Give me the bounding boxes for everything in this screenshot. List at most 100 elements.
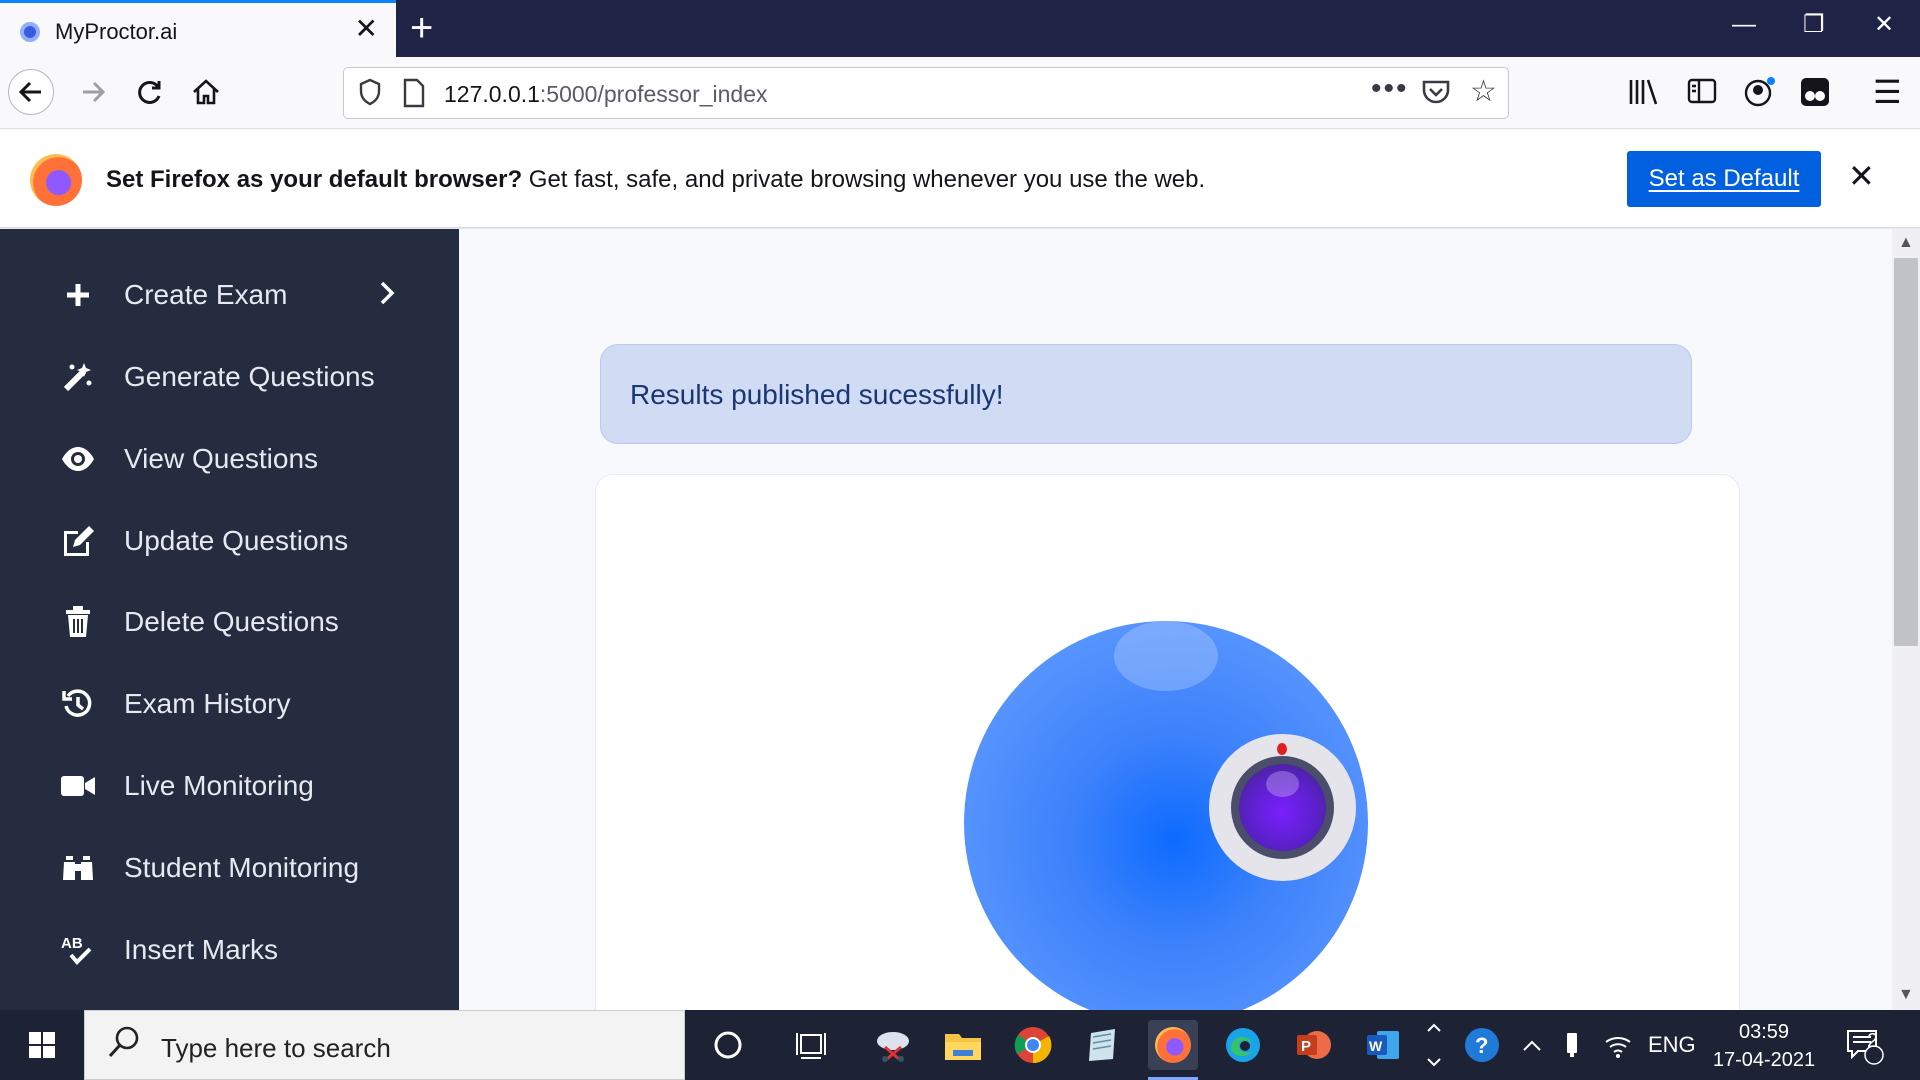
back-button[interactable] xyxy=(8,69,54,115)
clock-time: 03:59 xyxy=(1738,1021,1790,1043)
svg-text:?: ? xyxy=(1475,1033,1488,1058)
sidebar-item-update-questions[interactable]: Update Questions xyxy=(0,511,459,571)
start-button[interactable] xyxy=(0,1010,84,1080)
magic-wand-icon xyxy=(60,359,96,395)
shield-icon[interactable] xyxy=(358,78,382,113)
battery-icon[interactable] xyxy=(1564,1010,1580,1080)
sidebar-item-view-questions[interactable]: View Questions xyxy=(0,429,459,489)
set-as-default-button[interactable]: Set as Default xyxy=(1627,151,1821,207)
svg-text:W: W xyxy=(1369,1038,1383,1054)
scroll-down-icon[interactable]: ▼ xyxy=(1898,986,1914,1004)
success-alert: Results published sucessfully! xyxy=(600,344,1692,444)
notepad-app-icon[interactable] xyxy=(1078,1020,1128,1070)
search-placeholder: Type here to search xyxy=(161,1033,391,1063)
trash-icon xyxy=(60,604,96,640)
forward-button[interactable] xyxy=(70,69,116,115)
video-camera-icon xyxy=(60,768,96,804)
language-indicator[interactable]: ENG xyxy=(1648,1010,1696,1080)
show-hidden-icons-icon[interactable] xyxy=(1522,1010,1542,1080)
edit-icon xyxy=(60,523,96,559)
snipping-tool-icon[interactable] xyxy=(868,1020,918,1070)
sidebar-item-label: Exam History xyxy=(124,688,291,719)
sidebar-item-insert-marks[interactable]: AB Insert Marks xyxy=(0,920,459,980)
powerpoint-icon[interactable]: P xyxy=(1288,1020,1338,1070)
taskbar-search-box[interactable]: Type here to search xyxy=(84,1010,685,1080)
tab-close-icon[interactable]: ✕ xyxy=(355,15,378,43)
action-center-button[interactable]: 2 xyxy=(1844,1010,1884,1080)
sidebar-item-label: Live Monitoring xyxy=(124,770,314,801)
sidebar-item-label: Create Exam xyxy=(124,279,288,310)
word-icon[interactable]: W xyxy=(1358,1020,1408,1070)
sidebar: Create Exam Generate Questions View Ques… xyxy=(0,229,459,1010)
reload-icon xyxy=(138,80,161,104)
svg-text:AB: AB xyxy=(61,935,83,952)
wifi-icon[interactable] xyxy=(1604,1010,1632,1080)
history-icon xyxy=(60,686,96,722)
reload-button[interactable] xyxy=(127,69,173,115)
pocket-icon[interactable] xyxy=(1421,78,1451,113)
address-bar[interactable]: 127.0.0.1:5000/professor_index ••• ☆ xyxy=(343,67,1509,119)
notification-close-icon[interactable]: ✕ xyxy=(1848,158,1875,194)
sidebar-item-create-exam[interactable]: Create Exam xyxy=(0,265,459,325)
browser-tab[interactable]: MyProctor.ai ✕ xyxy=(0,0,396,57)
firefox-taskbar-icon[interactable] xyxy=(1148,1020,1198,1080)
task-view-icon[interactable] xyxy=(787,1020,837,1070)
windows-taskbar: Type here to search P W ? ENG 03:59 17-0… xyxy=(0,1010,1920,1080)
windows-logo-icon xyxy=(29,1032,55,1058)
url-text: 127.0.0.1:5000/professor_index xyxy=(444,81,768,107)
arrow-left-icon xyxy=(18,81,41,103)
svg-text:P: P xyxy=(1301,1038,1311,1055)
plus-icon xyxy=(60,277,96,313)
browser-tab-bar: MyProctor.ai ✕ + — ❐ ✕ xyxy=(0,0,1920,57)
home-button[interactable] xyxy=(183,69,229,115)
account-icon[interactable] xyxy=(1744,77,1776,114)
cortana-icon[interactable] xyxy=(703,1020,753,1070)
webcam-led-icon xyxy=(1277,743,1287,755)
file-explorer-icon[interactable] xyxy=(938,1020,988,1070)
binoculars-icon xyxy=(60,850,96,886)
extension-icon[interactable] xyxy=(1800,77,1830,114)
taskbar-clock[interactable]: 03:59 17-04-2021 xyxy=(1694,1018,1834,1074)
clock-date: 17-04-2021 xyxy=(1712,1049,1816,1071)
tab-title: MyProctor.ai xyxy=(55,19,178,44)
sidebar-item-label: Delete Questions xyxy=(124,606,339,637)
sidebar-item-label: Update Questions xyxy=(124,525,349,556)
notification-message: Set Firefox as your default browser? Get… xyxy=(106,166,1206,193)
library-icon[interactable] xyxy=(1628,77,1660,114)
sidebar-item-exam-history[interactable]: Exam History xyxy=(0,674,459,734)
home-icon xyxy=(193,79,219,105)
sidebar-item-generate-questions[interactable]: Generate Questions xyxy=(0,347,459,407)
new-tab-button[interactable]: + xyxy=(410,8,433,48)
sidebar-item-student-monitoring[interactable]: Student Monitoring xyxy=(0,838,459,898)
close-window-button[interactable]: ✕ xyxy=(1874,10,1894,40)
sidebar-item-label: Student Monitoring xyxy=(124,852,360,883)
restore-button[interactable]: ❐ xyxy=(1803,10,1825,40)
firefox-logo-icon xyxy=(30,154,82,206)
bookmark-star-icon[interactable]: ☆ xyxy=(1470,74,1497,109)
arrow-right-icon xyxy=(83,81,106,103)
spell-check-icon: AB xyxy=(60,932,96,968)
scrollbar-thumb[interactable] xyxy=(1894,258,1918,646)
more-options-icon[interactable]: ••• xyxy=(1371,72,1409,106)
search-icon xyxy=(107,1025,141,1068)
taskbar-overflow-arrows[interactable] xyxy=(1424,1010,1444,1080)
help-icon[interactable]: ? xyxy=(1462,1010,1502,1080)
sidebar-item-label: Insert Marks xyxy=(124,934,279,965)
notification-count-badge: 2 xyxy=(1867,1030,1879,1052)
sidebar-item-live-monitoring[interactable]: Live Monitoring xyxy=(0,756,459,816)
browser-nav-bar: 127.0.0.1:5000/professor_index ••• ☆ ☰ xyxy=(0,57,1920,129)
sidebar-item-label: Generate Questions xyxy=(124,361,375,392)
page-icon[interactable] xyxy=(402,78,426,115)
favicon-icon xyxy=(20,22,40,42)
chevron-right-icon xyxy=(378,276,396,315)
menu-icon[interactable]: ☰ xyxy=(1873,73,1902,111)
chrome-icon[interactable] xyxy=(1008,1020,1058,1070)
default-browser-notification: Set Firefox as your default browser? Get… xyxy=(0,130,1920,228)
alert-message: Results published sucessfully! xyxy=(630,379,1004,410)
scroll-up-icon[interactable]: ▲ xyxy=(1898,234,1914,252)
sidebar-toggle-icon[interactable] xyxy=(1687,77,1717,112)
webcam-illustration xyxy=(964,621,1368,1025)
minimize-button[interactable]: — xyxy=(1732,10,1756,40)
sidebar-item-delete-questions[interactable]: Delete Questions xyxy=(0,592,459,652)
edge-icon[interactable] xyxy=(1218,1020,1268,1070)
